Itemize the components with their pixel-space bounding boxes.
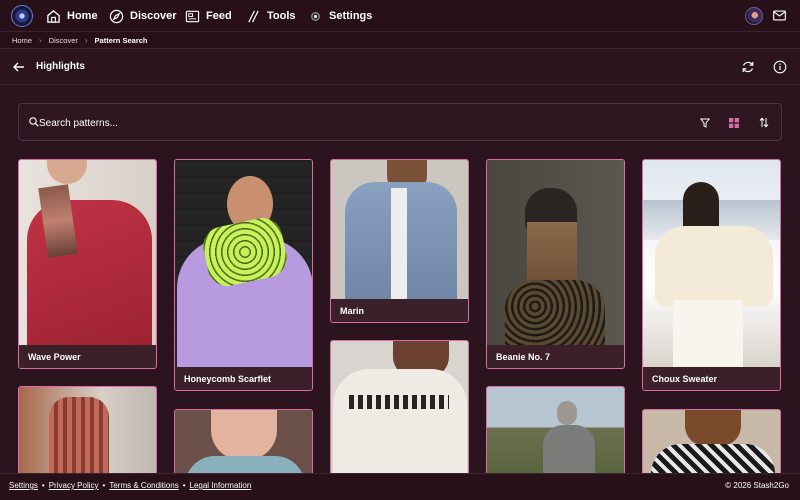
pattern-card-honeycomb-scarflet[interactable]: Honeycomb Scarflet (174, 159, 313, 391)
pattern-photo (643, 160, 780, 368)
pattern-card-wave-power[interactable]: Wave Power (18, 159, 157, 369)
pattern-card-title: Marin (331, 299, 468, 322)
mail-icon[interactable] (773, 10, 786, 21)
breadcrumb: Home › Discover › Pattern Search (0, 32, 800, 49)
pattern-photo (19, 160, 156, 346)
pattern-photo (487, 387, 624, 485)
footer-links: Settings • Privacy Policy • Terms & Cond… (9, 481, 251, 490)
back-arrow-icon[interactable] (12, 60, 26, 74)
grid-view-icon[interactable] (729, 118, 739, 128)
pattern-card[interactable] (486, 386, 625, 486)
copyright: © 2026 Stash2Go (725, 481, 789, 490)
breadcrumb-item-home[interactable]: Home (12, 36, 32, 45)
nav-item-discover[interactable]: Discover (109, 7, 176, 25)
footer-link-settings[interactable]: Settings (9, 481, 38, 490)
breadcrumb-current: Pattern Search (94, 35, 148, 45)
nav-item-tools[interactable]: Tools (246, 7, 296, 25)
refresh-icon[interactable] (741, 60, 755, 74)
nav-item-label: Settings (329, 10, 373, 22)
nav-item-label: Feed (206, 10, 232, 22)
pattern-card-title: Honeycomb Scarflet (175, 367, 312, 390)
pattern-photo (331, 160, 468, 300)
pattern-photo (175, 160, 312, 368)
pattern-card-title: Beanie No. 7 (487, 345, 624, 368)
separator-dot: • (182, 481, 186, 490)
footer: Settings • Privacy Policy • Terms & Cond… (0, 473, 800, 500)
pattern-photo (487, 160, 624, 346)
separator-dot: • (41, 481, 45, 490)
top-navigation: Home Discover Feed Tools Settings (0, 0, 800, 32)
gear-icon (311, 11, 320, 21)
pattern-card[interactable] (330, 340, 469, 490)
chevron-right-icon: › (39, 35, 42, 45)
pattern-card-beanie-no-7[interactable]: Beanie No. 7 (486, 159, 625, 369)
separator-dot: • (102, 481, 106, 490)
nav-item-settings[interactable]: Settings (308, 7, 372, 25)
search-input[interactable] (39, 115, 639, 131)
tools-icon (248, 10, 259, 22)
chevron-right-icon: › (84, 35, 88, 45)
user-avatar[interactable] (745, 7, 763, 25)
pattern-card-choux-sweater[interactable]: Choux Sweater (642, 159, 781, 391)
pattern-photo (19, 387, 156, 485)
pattern-card[interactable] (18, 386, 157, 486)
nav-item-label: Home (67, 10, 98, 22)
pattern-card-title: Choux Sweater (643, 367, 780, 390)
footer-link-terms[interactable]: Terms & Conditions (109, 481, 178, 490)
pattern-photo (331, 341, 468, 489)
nav-item-label: Discover (130, 10, 177, 22)
pattern-card-title: Wave Power (19, 345, 156, 368)
filter-icon[interactable] (700, 118, 710, 128)
search-icon (29, 117, 39, 127)
sort-icon[interactable] (759, 117, 769, 128)
breadcrumb-item-discover[interactable]: Discover (49, 36, 78, 45)
nav-item-feed[interactable]: Feed (185, 7, 232, 25)
nav-item-home[interactable]: Home (46, 7, 98, 25)
info-icon[interactable] (773, 60, 787, 74)
search-bar (18, 103, 782, 141)
footer-link-privacy-policy[interactable]: Privacy Policy (49, 481, 99, 490)
nav-item-label: Tools (267, 10, 296, 22)
feed-icon (185, 10, 200, 22)
app-logo-icon[interactable] (11, 5, 33, 27)
page-title: Highlights (36, 61, 85, 72)
footer-link-legal-information[interactable]: Legal Information (190, 481, 252, 490)
page-header: Highlights (0, 49, 800, 85)
pattern-card-marin[interactable]: Marin (330, 159, 469, 323)
compass-icon (109, 9, 124, 23)
home-icon (47, 9, 60, 23)
